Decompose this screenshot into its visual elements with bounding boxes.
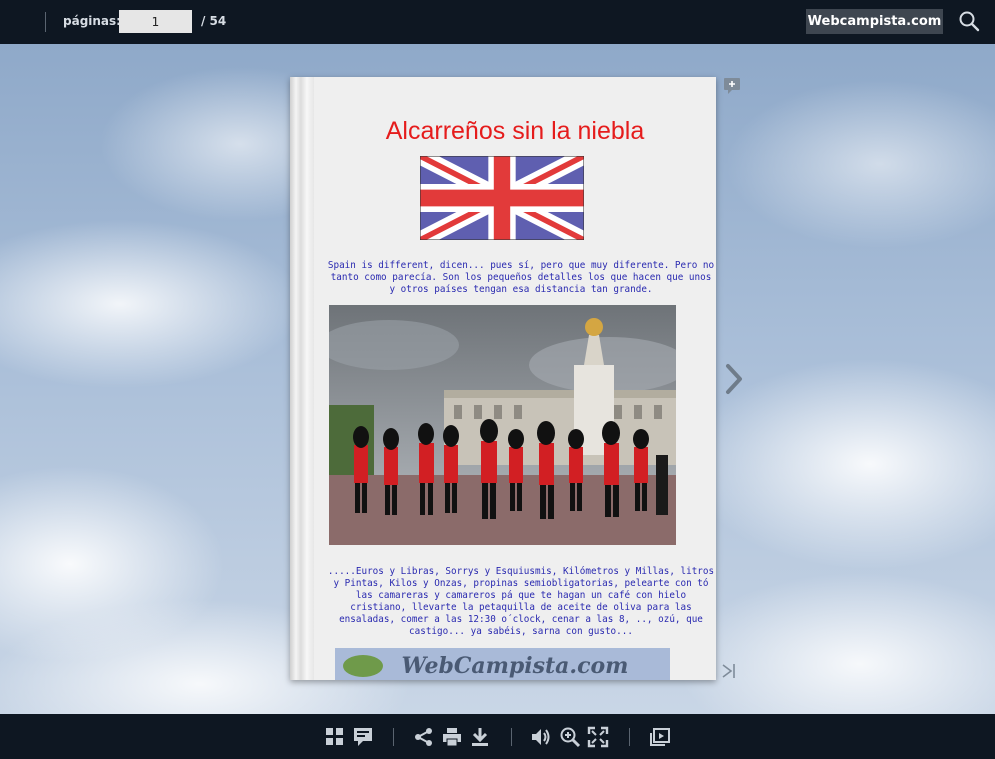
toolbar-divider (393, 728, 394, 746)
add-comment-icon[interactable] (723, 77, 741, 95)
toolbar-divider (45, 12, 46, 32)
pages-label: páginas: (63, 14, 121, 28)
search-icon[interactable] (958, 10, 980, 32)
page-number-input[interactable] (119, 10, 192, 33)
chevron-right-icon[interactable] (722, 362, 746, 396)
grid-icon[interactable] (324, 726, 346, 748)
fullscreen-icon[interactable] (587, 726, 609, 748)
page-spine (290, 77, 314, 680)
zoom-in-icon[interactable] (559, 726, 581, 748)
download-icon[interactable] (469, 726, 491, 748)
union-jack-flag-image (420, 156, 584, 240)
toolbar-divider (511, 728, 512, 746)
buckingham-palace-guards-photo (329, 305, 676, 545)
toolbar-divider (629, 728, 630, 746)
book-page[interactable]: Alcarreños sin la niebla Spain is differ… (290, 77, 716, 680)
volume-icon[interactable] (530, 726, 552, 748)
comments-icon[interactable] (352, 726, 374, 748)
last-page-icon[interactable] (720, 662, 738, 680)
slideshow-icon[interactable] (649, 726, 671, 748)
body-paragraph: .....Euros y Libras, Sorrys y Esquiusmis… (327, 566, 715, 637)
top-toolbar: páginas: / 54 Webcampista.com (0, 0, 995, 44)
page-total: / 54 (201, 14, 227, 28)
share-icon[interactable] (413, 726, 435, 748)
banner-text: WebCampista.com (402, 653, 629, 679)
intro-paragraph: Spain is different, dicen... pues sí, pe… (327, 260, 715, 295)
webcampista-link-button[interactable]: Webcampista.com (806, 9, 943, 34)
page-title: Alcarreños sin la niebla (385, 117, 645, 145)
print-icon[interactable] (441, 726, 463, 748)
bottom-toolbar (0, 714, 995, 759)
webcampista-banner-image[interactable]: WebCampista.com (335, 648, 670, 680)
